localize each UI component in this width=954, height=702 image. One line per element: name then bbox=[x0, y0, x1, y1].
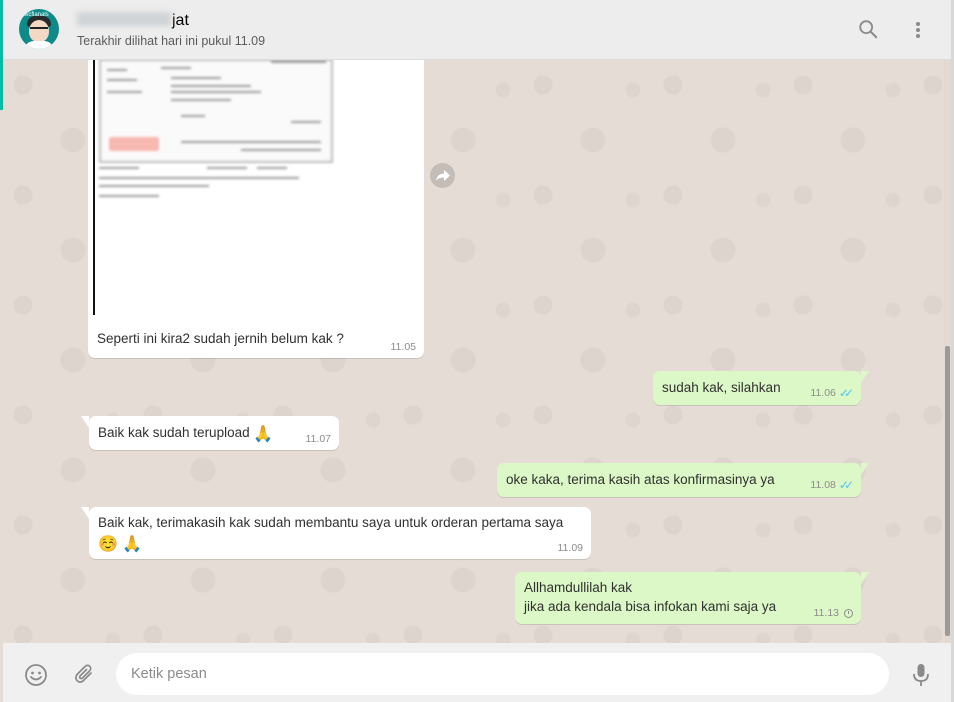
mic-icon[interactable] bbox=[911, 663, 931, 692]
forward-icon bbox=[435, 169, 450, 181]
avatar[interactable]: wcflanals bbox=[19, 9, 59, 49]
message-text: Baik kak, terimakasih kak sudah membantu… bbox=[98, 515, 564, 530]
message-meta: 11.08 ✓✓ bbox=[810, 478, 854, 492]
image-caption: Seperti ini kira2 sudah jernih belum kak… bbox=[97, 331, 344, 346]
forward-button[interactable] bbox=[430, 163, 455, 188]
message-time: 11.13 bbox=[813, 607, 840, 619]
double-check-icon: ✓✓ bbox=[838, 386, 854, 400]
message-outgoing[interactable]: oke kaka, terima kasih atas konfirmasiny… bbox=[497, 463, 869, 497]
message-time: 11.07 bbox=[305, 433, 332, 445]
double-check-icon: ✓✓ bbox=[838, 478, 854, 492]
chat-header: wcflanals jat Terakhir dilihat hari ini … bbox=[3, 0, 951, 60]
message-incoming-image[interactable]: Seperti ini kira2 sudah jernih belum kak… bbox=[88, 60, 424, 358]
message-meta: 11.06 ✓✓ bbox=[810, 386, 854, 400]
message-outgoing[interactable]: sudah kak, silahkan 11.06 ✓✓ bbox=[653, 371, 869, 405]
message-text: sudah kak, silahkan bbox=[662, 380, 781, 395]
message-time: 11.05 bbox=[390, 341, 417, 353]
message-outgoing[interactable]: Allhamdullilah kak jika ada kendala bisa… bbox=[515, 572, 869, 624]
clock-icon bbox=[844, 608, 853, 618]
chat-scrollbar[interactable] bbox=[944, 60, 951, 643]
scrollbar-thumb[interactable] bbox=[945, 346, 950, 636]
message-incoming[interactable]: Baik kak sudah terupload 🙏 11.07 bbox=[81, 416, 339, 450]
message-emoji: ☺️ 🙏 bbox=[98, 536, 143, 553]
message-input[interactable] bbox=[116, 653, 889, 695]
menu-icon[interactable] bbox=[914, 21, 922, 44]
shared-image[interactable] bbox=[93, 60, 419, 315]
contact-name-suffix: jat bbox=[172, 12, 189, 29]
contact-name[interactable]: jat bbox=[77, 12, 189, 30]
chat-area[interactable]: Seperti ini kira2 sudah jernih belum kak… bbox=[3, 60, 944, 643]
message-time: 11.06 bbox=[810, 387, 836, 399]
message-text-line2: jika ada kendala bisa infokan kami saja … bbox=[524, 599, 777, 614]
composer-bar bbox=[3, 643, 951, 702]
message-time: 11.09 bbox=[557, 542, 584, 554]
attach-icon[interactable] bbox=[74, 663, 96, 692]
message-text-line1: Allhamdullilah kak bbox=[524, 580, 633, 595]
message-meta: 11.13 bbox=[813, 607, 853, 619]
message-time: 11.08 bbox=[810, 479, 836, 491]
redacted-name-blur bbox=[77, 12, 171, 26]
message-text: Baik kak sudah terupload 🙏 bbox=[98, 425, 274, 443]
message-text: oke kaka, terima kasih atas konfirmasiny… bbox=[506, 472, 775, 487]
last-seen-status: Terakhir dilihat hari ini pukul 11.09 bbox=[77, 34, 266, 48]
pray-emoji: 🙏 bbox=[253, 426, 274, 443]
search-icon[interactable] bbox=[857, 18, 879, 45]
message-incoming[interactable]: Baik kak, terimakasih kak sudah membantu… bbox=[81, 507, 591, 559]
emoji-icon[interactable] bbox=[24, 663, 48, 692]
